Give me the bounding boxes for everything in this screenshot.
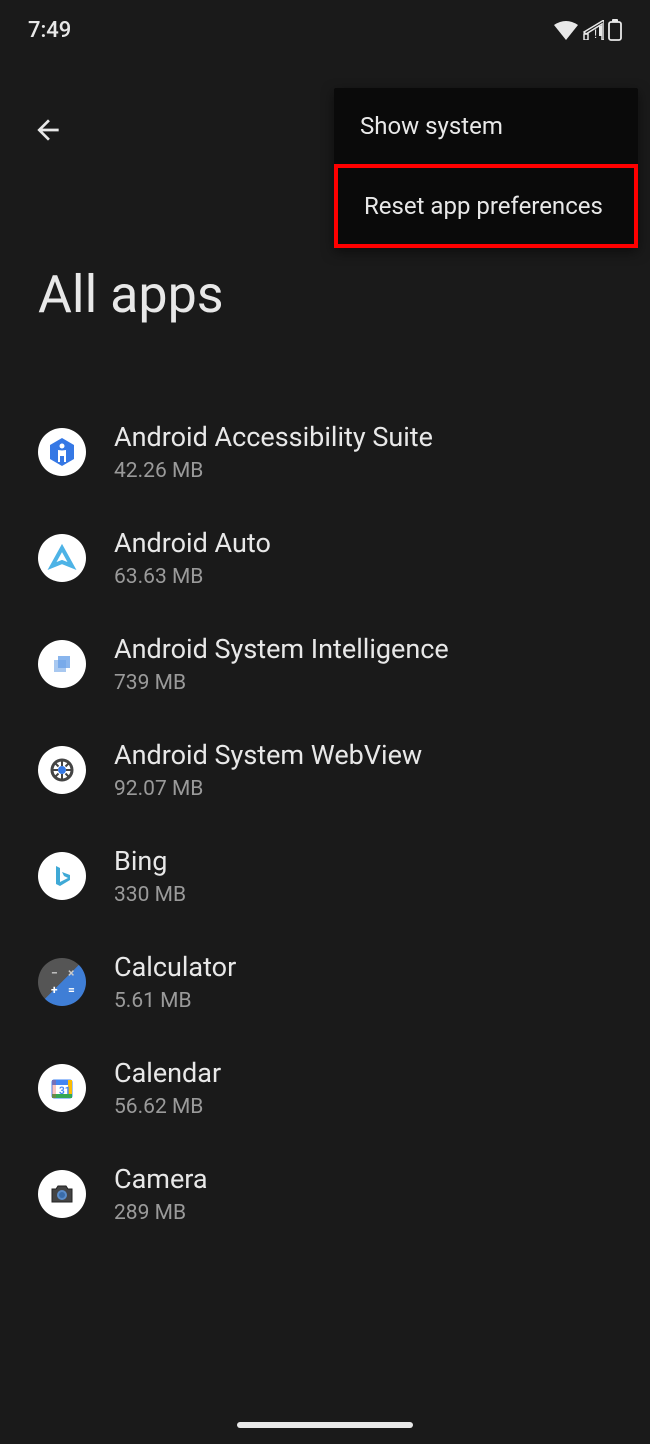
app-item-camera[interactable]: Camera 289 MB <box>38 1141 612 1247</box>
app-name: Calculator <box>114 951 236 983</box>
svg-text:31: 31 <box>59 1086 70 1097</box>
app-item-bing[interactable]: Bing 330 MB <box>38 823 612 929</box>
status-time: 7:49 <box>28 18 71 43</box>
app-item-auto[interactable]: Android Auto 63.63 MB <box>38 505 612 611</box>
app-info: Bing 330 MB <box>114 845 186 907</box>
app-name: Android Accessibility Suite <box>114 421 433 453</box>
app-size: 330 MB <box>114 883 186 907</box>
app-name: Android System Intelligence <box>114 633 449 665</box>
app-size: 56.62 MB <box>114 1095 221 1119</box>
status-icons: ! <box>554 19 622 41</box>
app-size: 739 MB <box>114 671 449 695</box>
app-icon-bing <box>38 852 86 900</box>
app-icon-intelligence <box>38 640 86 688</box>
app-info: Calculator 5.61 MB <box>114 951 236 1013</box>
svg-text:=: = <box>68 983 75 997</box>
app-size: 289 MB <box>114 1201 208 1225</box>
app-size: 63.63 MB <box>114 565 271 589</box>
app-info: Camera 289 MB <box>114 1163 208 1225</box>
app-name: Camera <box>114 1163 208 1195</box>
app-icon-camera <box>38 1170 86 1218</box>
app-list: Android Accessibility Suite 42.26 MB And… <box>0 399 650 1247</box>
app-icon-calculator: − × + = <box>38 958 86 1006</box>
app-item-accessibility[interactable]: Android Accessibility Suite 42.26 MB <box>38 399 612 505</box>
app-name: Calendar <box>114 1057 221 1089</box>
svg-text:−: − <box>51 966 58 980</box>
app-name: Bing <box>114 845 186 877</box>
app-info: Android Auto 63.63 MB <box>114 527 271 589</box>
signal-icon: ! <box>582 20 604 40</box>
app-info: Calendar 56.62 MB <box>114 1057 221 1119</box>
page-title: All apps <box>0 264 650 325</box>
menu-item-show-system[interactable]: Show system <box>334 88 638 164</box>
app-info: Android System Intelligence 739 MB <box>114 633 449 695</box>
arrow-back-icon <box>32 114 64 146</box>
app-info: Android System WebView 92.07 MB <box>114 739 422 801</box>
svg-text:+: + <box>51 983 58 997</box>
back-button[interactable] <box>28 110 68 150</box>
app-info: Android Accessibility Suite 42.26 MB <box>114 421 433 483</box>
svg-text:!: ! <box>594 27 597 40</box>
app-icon-calendar: 31 <box>38 1064 86 1112</box>
app-size: 42.26 MB <box>114 459 433 483</box>
navigation-bar-handle[interactable] <box>237 1422 413 1428</box>
app-size: 5.61 MB <box>114 989 236 1013</box>
wifi-icon <box>554 20 578 40</box>
app-size: 92.07 MB <box>114 777 422 801</box>
app-item-intelligence[interactable]: Android System Intelligence 739 MB <box>38 611 612 717</box>
status-bar: 7:49 ! <box>0 0 650 60</box>
overflow-menu: Show system Reset app preferences <box>334 88 638 248</box>
app-item-calendar[interactable]: 31 Calendar 56.62 MB <box>38 1035 612 1141</box>
app-icon-auto <box>38 534 86 582</box>
menu-item-reset-app-preferences[interactable]: Reset app preferences <box>334 164 638 248</box>
svg-text:×: × <box>68 966 74 980</box>
battery-icon <box>608 19 622 41</box>
app-item-calculator[interactable]: − × + = Calculator 5.61 MB <box>38 929 612 1035</box>
app-name: Android System WebView <box>114 739 422 771</box>
app-icon-accessibility <box>38 428 86 476</box>
app-icon-webview <box>38 746 86 794</box>
app-item-webview[interactable]: Android System WebView 92.07 MB <box>38 717 612 823</box>
app-name: Android Auto <box>114 527 271 559</box>
